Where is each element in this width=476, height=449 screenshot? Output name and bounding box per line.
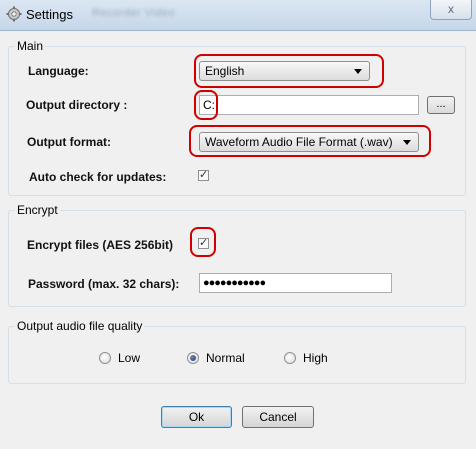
main-legend: Main [15, 39, 46, 53]
ok-label: Ok [188, 410, 205, 424]
cancel-button[interactable]: Cancel [242, 406, 314, 428]
output-format-value: Waveform Audio File Format (.wav) [205, 135, 393, 149]
close-icon: x [448, 2, 454, 16]
encrypt-files-label: Encrypt files (AES 256bit) [27, 238, 174, 252]
output-directory-field[interactable]: C: [199, 95, 419, 115]
quality-high-radio[interactable] [284, 352, 296, 364]
encrypt-legend: Encrypt [15, 203, 60, 217]
auto-check-checkbox[interactable]: ✓ [198, 169, 209, 181]
encrypt-files-checkbox[interactable]: ✓ [198, 237, 209, 249]
ok-button[interactable]: Ok [161, 406, 232, 428]
quality-low-label: Low [118, 351, 141, 365]
password-label: Password (max. 32 chars): [28, 277, 180, 291]
output-format-label: Output format: [27, 135, 111, 149]
title-bar: Settings Recorder Video x [0, 0, 476, 31]
password-field[interactable]: ●●●●●●●●●●● [199, 273, 392, 293]
language-value: English [205, 64, 245, 78]
language-dropdown[interactable]: English [199, 61, 370, 81]
window-title: Settings [26, 7, 73, 22]
browse-button[interactable]: ... [427, 96, 455, 114]
language-label: Language: [28, 64, 89, 78]
quality-normal-radio[interactable] [187, 352, 199, 364]
output-directory-value: C: [203, 98, 215, 112]
quality-low-radio[interactable] [99, 352, 111, 364]
auto-check-label: Auto check for updates: [29, 170, 167, 184]
quality-legend: Output audio file quality [15, 319, 145, 333]
quality-high-label: High [303, 351, 328, 365]
radio-selected-dot [190, 355, 196, 361]
chevron-down-icon [403, 140, 411, 145]
chevron-down-icon [354, 69, 362, 74]
checkmark-icon: ✓ [199, 237, 209, 249]
close-button[interactable]: x [430, 0, 472, 20]
password-value: ●●●●●●●●●●● [203, 277, 266, 289]
gear-icon [6, 6, 22, 22]
output-format-dropdown[interactable]: Waveform Audio File Format (.wav) [199, 132, 419, 152]
quality-normal-label: Normal [206, 351, 245, 365]
blurred-title-text: Recorder Video [92, 7, 176, 19]
output-directory-label: Output directory : [26, 98, 128, 112]
checkmark-icon: ✓ [199, 169, 209, 181]
browse-label: ... [436, 98, 446, 110]
cancel-label: Cancel [259, 410, 297, 424]
